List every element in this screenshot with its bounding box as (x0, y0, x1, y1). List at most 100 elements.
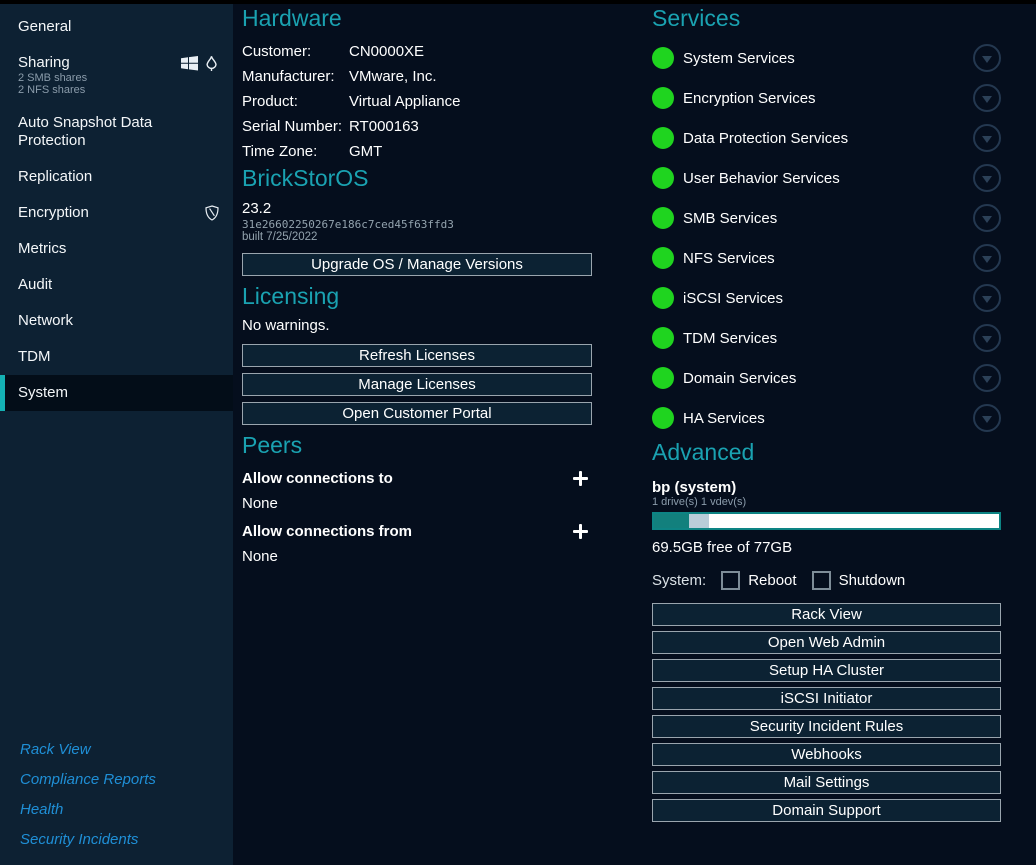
chevron-down-icon (982, 136, 992, 143)
hardware-info-table: Customer: CN0000XE Manufacturer: VMware,… (242, 40, 592, 164)
sidebar-item-row: Sharing (18, 54, 219, 72)
sidebar-item[interactable]: System (0, 375, 233, 411)
advanced-action-button[interactable]: Domain Support (652, 799, 1001, 822)
advanced-action-button[interactable]: Security Incident Rules (652, 715, 1001, 738)
chevron-down-icon (982, 96, 992, 103)
sidebar-item-row: General (18, 18, 219, 36)
peer-group-value: None (242, 548, 592, 565)
service-expand-button[interactable] (973, 244, 1001, 272)
right-column: Services System Services Encryption Serv… (652, 4, 1001, 827)
sidebar-item[interactable]: Replication (0, 159, 233, 195)
service-row: iSCSI Services (652, 278, 1001, 318)
sidebar-item[interactable]: Audit (0, 267, 233, 303)
hardware-row-value: GMT (349, 140, 592, 164)
service-status-green-icon (652, 407, 674, 429)
sidebar-item-subtext: 2 SMB shares (18, 72, 219, 84)
sidebar-item-label: Sharing (18, 54, 70, 72)
pool-free-space-text: 69.5GB free of 77GB (652, 539, 1001, 556)
sidebar-link[interactable]: Rack View (20, 741, 233, 759)
sidebar-item[interactable]: General (0, 9, 233, 45)
licensing-button[interactable]: Open Customer Portal (242, 402, 592, 425)
peer-group-header: Allow connections from (242, 523, 592, 540)
hardware-row-value: CN0000XE (349, 40, 592, 64)
licensing-button[interactable]: Refresh Licenses (242, 344, 592, 367)
service-name: System Services (683, 50, 973, 67)
advanced-action-button[interactable]: Webhooks (652, 743, 1001, 766)
sidebar-item-label: Network (18, 312, 73, 330)
peer-group-header: Allow connections to (242, 470, 592, 487)
sidebar-link[interactable]: Compliance Reports (20, 771, 233, 789)
service-expand-button[interactable] (973, 204, 1001, 232)
advanced-action-button[interactable]: Setup HA Cluster (652, 659, 1001, 682)
nfs-flame-icon (204, 55, 219, 72)
sidebar-nav: General Sharing (0, 4, 233, 411)
sidebar-item[interactable]: Encryption (0, 195, 233, 231)
checkbox[interactable] (812, 571, 831, 590)
service-expand-button[interactable] (973, 124, 1001, 152)
add-peer-plus-icon[interactable] (573, 471, 588, 486)
advanced-action-button[interactable]: Rack View (652, 603, 1001, 626)
service-expand-button[interactable] (973, 44, 1001, 72)
add-peer-plus-icon[interactable] (573, 524, 588, 539)
advanced-action-button[interactable]: Mail Settings (652, 771, 1001, 794)
power-option: Reboot (721, 571, 796, 590)
hardware-row-label: Serial Number: (242, 115, 349, 139)
service-expand-button[interactable] (973, 84, 1001, 112)
chevron-down-icon (982, 56, 992, 63)
sidebar-item[interactable]: Network (0, 303, 233, 339)
service-name: TDM Services (683, 330, 973, 347)
service-expand-button[interactable] (973, 164, 1001, 192)
advanced-action-button[interactable]: Open Web Admin (652, 631, 1001, 654)
service-status-green-icon (652, 207, 674, 229)
service-status-green-icon (652, 127, 674, 149)
sidebar-item-label: Metrics (18, 240, 66, 258)
sidebar-item-label: Replication (18, 168, 92, 186)
pool-usage-bar (652, 512, 1001, 530)
sidebar-link[interactable]: Security Incidents (20, 831, 233, 849)
service-status-green-icon (652, 87, 674, 109)
sidebar-item[interactable]: TDM (0, 339, 233, 375)
service-status-green-icon (652, 47, 674, 69)
os-version: 23.2 (242, 200, 592, 218)
service-status-green-icon (652, 327, 674, 349)
service-name: HA Services (683, 410, 973, 427)
hardware-row-label: Manufacturer: (242, 65, 349, 89)
peer-group-value: None (242, 495, 592, 512)
sidebar-item[interactable]: Auto Snapshot Data Protection (0, 105, 233, 159)
os-build-hash: 31e26602250267e186c7ced45f63ffd3 (242, 218, 592, 231)
service-expand-button[interactable] (973, 404, 1001, 432)
peer-group-label: Allow connections to (242, 470, 393, 487)
advanced-action-button[interactable]: iSCSI Initiator (652, 687, 1001, 710)
peers-section-title: Peers (242, 431, 592, 459)
sidebar-item[interactable]: Sharing 2 SMB shares 2 NFS shares (0, 45, 233, 105)
checkbox[interactable] (721, 571, 740, 590)
service-row: System Services (652, 38, 1001, 78)
sidebar-item-row: Metrics (18, 240, 219, 258)
service-status-green-icon (652, 287, 674, 309)
os-section-title: BrickStorOS (242, 164, 592, 192)
system-power-row: System: Reboot Shutdown (652, 571, 1001, 590)
licensing-section-title: Licensing (242, 282, 592, 310)
service-expand-button[interactable] (973, 284, 1001, 312)
chevron-down-icon (982, 256, 992, 263)
licensing-button[interactable]: Manage Licenses (242, 373, 592, 396)
advanced-buttons: Rack View Open Web Admin Setup HA Cluste… (652, 603, 1001, 822)
sidebar-item-label: Encryption (18, 204, 89, 222)
hardware-row-label: Product: (242, 90, 349, 114)
peers-groups: Allow connections to None Allow connecti… (242, 470, 592, 565)
service-row: Domain Services (652, 358, 1001, 398)
sidebar-item[interactable]: Metrics (0, 231, 233, 267)
power-option: Shutdown (812, 571, 906, 590)
pool-secondary-segment (689, 514, 710, 528)
service-row: NFS Services (652, 238, 1001, 278)
system-power-options: Reboot Shutdown (706, 571, 905, 590)
service-expand-button[interactable] (973, 364, 1001, 392)
sidebar-item-row: Auto Snapshot Data Protection (18, 114, 219, 150)
service-expand-button[interactable] (973, 324, 1001, 352)
checkbox-label: Reboot (748, 572, 796, 589)
service-name: SMB Services (683, 210, 973, 227)
sidebar-link[interactable]: Health (20, 801, 233, 819)
upgrade-os-button[interactable]: Upgrade OS / Manage Versions (242, 253, 592, 276)
system-power-label: System: (652, 572, 706, 589)
service-row: User Behavior Services (652, 158, 1001, 198)
